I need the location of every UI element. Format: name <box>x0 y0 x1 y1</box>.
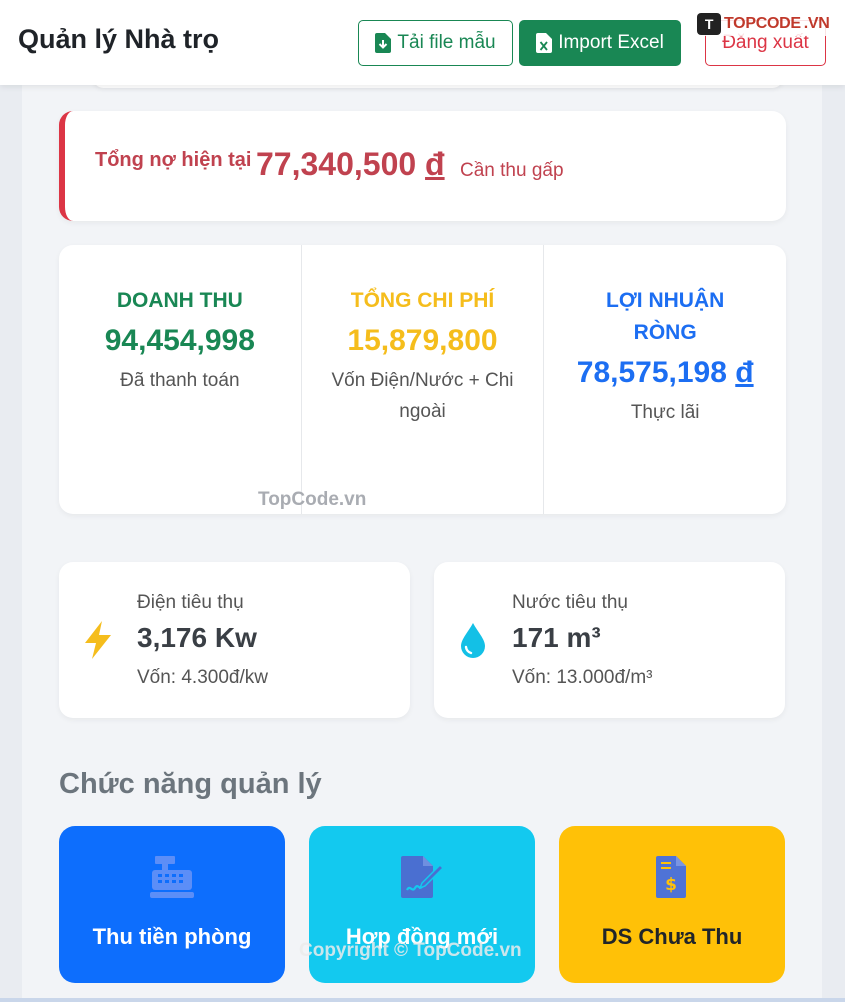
file-download-icon <box>375 33 392 53</box>
revenue-column: DOANH THU 94,454,998 Đã thanh toán <box>59 245 301 514</box>
topcode-logo: T TOPCODE .VN <box>697 12 834 36</box>
collect-rent-tile[interactable]: Thu tiền phòng <box>59 826 285 983</box>
import-excel-button[interactable]: Import Excel <box>519 20 681 66</box>
unpaid-list-label: DS Chưa Thu <box>601 924 743 949</box>
water-cost: Vốn: 13.000đ/m³ <box>512 667 653 688</box>
top-navbar: Quản lý Nhà trọ Tải file mẫu Import Exce… <box>0 0 845 85</box>
logo-suffix: .VN <box>803 15 830 32</box>
copyright-watermark: Copyright © TopCode.vn <box>299 940 522 961</box>
debt-amount: 77,340,500 đ <box>256 146 445 182</box>
logo-text: TOPCODE <box>724 15 801 32</box>
unpaid-list-tile[interactable]: $ DS Chưa Thu <box>559 826 785 983</box>
debt-note: Cần thu gấp <box>460 160 564 181</box>
electricity-cost: Vốn: 4.300đ/kw <box>137 667 268 688</box>
debt-label: Tổng nợ hiện tại <box>95 149 252 171</box>
import-excel-label: Import Excel <box>558 32 664 53</box>
invoice-dollar-icon: $ <box>656 856 686 898</box>
cash-register-icon <box>150 856 194 898</box>
profit-sub: Thực lãi <box>630 402 700 423</box>
revenue-value: 94,454,998 <box>104 324 255 357</box>
svg-text:$: $ <box>665 875 677 895</box>
finance-summary-card: DOANH THU 94,454,998 Đã thanh toán TỔNG … <box>59 245 786 514</box>
expense-sub: Vốn Điện/Nước + Chi ngoài <box>331 370 514 422</box>
collect-rent-label: Thu tiền phòng <box>92 924 252 949</box>
electricity-card: Điện tiêu thụ 3,176 Kw Vốn: 4.300đ/kw <box>59 562 410 718</box>
bolt-icon <box>85 621 111 659</box>
functions-section-title: Chức năng quản lý <box>59 768 322 800</box>
electricity-value: 3,176 Kw <box>137 622 257 653</box>
water-label: Nước tiêu thụ <box>512 592 629 613</box>
download-template-label: Tải file mẫu <box>397 32 496 53</box>
revenue-title: DOANH THU <box>116 289 243 312</box>
revenue-sub: Đã thanh toán <box>120 370 240 391</box>
profit-title: LỢI NHUẬN RÒNG <box>606 289 725 344</box>
bottom-border <box>0 998 845 1002</box>
water-card: Nước tiêu thụ 171 m³ Vốn: 13.000đ/m³ <box>434 562 785 718</box>
excel-file-icon <box>536 33 553 53</box>
water-value: 171 m³ <box>512 622 601 653</box>
expense-column: TỔNG CHI PHÍ 15,879,800 Vốn Điện/Nước + … <box>300 245 544 514</box>
expense-title: TỔNG CHI PHÍ <box>350 289 495 312</box>
debt-alert-card: Tổng nợ hiện tại 77,340,500 đ Cần thu gấ… <box>59 111 786 221</box>
profit-value: 78,575,198 đ <box>576 356 754 389</box>
watermark-text: TopCode.vn <box>258 489 367 510</box>
contract-sign-icon <box>401 856 445 898</box>
profit-column: LỢI NHUẬN RÒNG 78,575,198 đ Thực lãi <box>543 245 786 514</box>
expense-value: 15,879,800 <box>347 324 498 357</box>
electricity-label: Điện tiêu thụ <box>137 592 244 613</box>
download-template-button[interactable]: Tải file mẫu <box>358 20 513 66</box>
app-title: Quản lý Nhà trọ <box>18 24 220 54</box>
logo-mark: T <box>697 13 721 35</box>
water-drop-icon <box>461 623 485 658</box>
